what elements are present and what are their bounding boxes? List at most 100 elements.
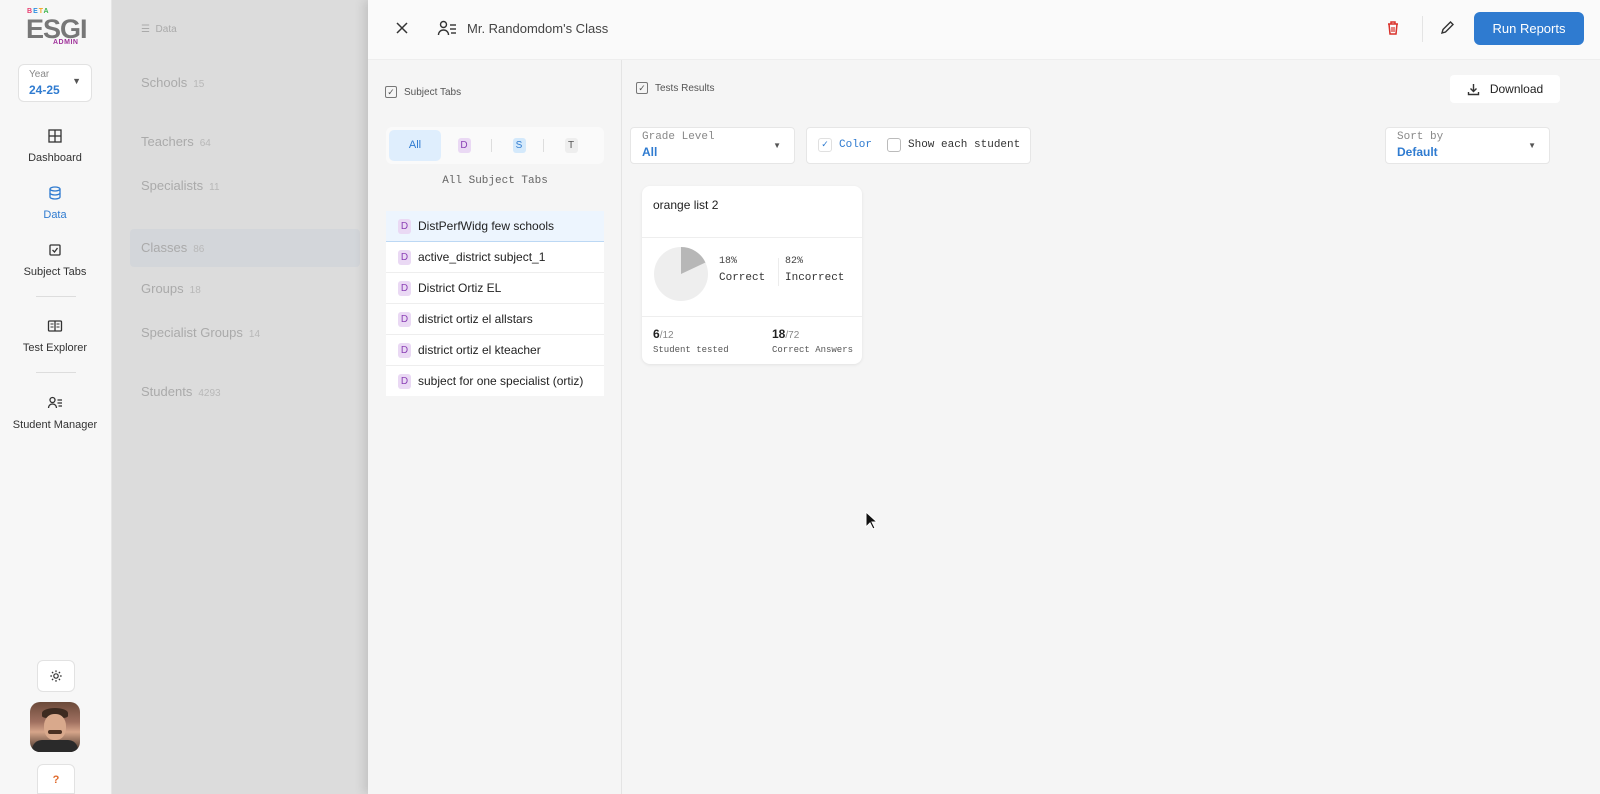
- settings-button[interactable]: [37, 660, 75, 692]
- filter-all[interactable]: All: [389, 130, 441, 161]
- test-results-title: Tests Results: [655, 82, 715, 94]
- test-title: orange list 2: [653, 198, 719, 212]
- grade-level-label: Grade Level: [642, 131, 715, 143]
- color-label: Color: [839, 139, 873, 151]
- tested-total: /12: [659, 330, 674, 341]
- close-icon: [396, 22, 408, 34]
- subject-item[interactable]: D District Ortiz EL: [386, 273, 604, 304]
- students-tested-stat: 6/12 Student tested: [653, 325, 729, 355]
- tested-count: 6: [653, 327, 660, 341]
- mouse-cursor-icon: [865, 511, 879, 530]
- edit-icon[interactable]: [1440, 20, 1455, 35]
- help-button[interactable]: ?: [37, 764, 75, 794]
- filter-caption: All Subject Tabs: [442, 175, 548, 187]
- bg-row-specialists[interactable]: Specialists 11: [141, 178, 220, 193]
- subject-tabs-title: Subject Tabs: [404, 86, 462, 98]
- grid-icon: [48, 129, 62, 143]
- bg-row-groups[interactable]: Groups 18: [141, 281, 201, 296]
- bg-row-students[interactable]: Students 4293: [141, 384, 221, 399]
- panel-header: Mr. Randomdom's Class Run Reports: [368, 0, 1600, 60]
- filter-district[interactable]: D: [456, 130, 472, 161]
- test-results-heading: ✓ Tests Results: [636, 82, 714, 94]
- nav-divider: [36, 372, 76, 373]
- book-icon: [47, 320, 63, 332]
- subject-item[interactable]: Dactive_district subject_1: [386, 242, 604, 273]
- class-title: Mr. Randomdom's Class: [467, 21, 609, 36]
- stat-divider: [778, 258, 779, 286]
- checkbox-icon: ✓: [636, 82, 648, 94]
- esgi-logo[interactable]: BETA ESGI ADMIN: [26, 8, 92, 50]
- year-label: Year: [29, 69, 50, 80]
- nav-student-manager-label: Student Manager: [12, 419, 98, 431]
- trash-icon[interactable]: [1386, 20, 1400, 36]
- checkbox-empty-icon: [887, 138, 901, 152]
- correct-percent: 18%: [719, 256, 738, 267]
- color-toggle[interactable]: ✓ Color: [818, 138, 872, 152]
- year-select[interactable]: Year 24-25 ▼: [18, 64, 92, 102]
- download-button[interactable]: Download: [1450, 75, 1560, 103]
- chevron-down-icon: ▼: [1528, 141, 1536, 150]
- nav-subject-tabs-label: Subject Tabs: [23, 266, 87, 278]
- download-icon: [1467, 83, 1480, 95]
- user-list-icon: [47, 396, 62, 409]
- subject-tabs-heading: ✓ Subject Tabs: [385, 86, 461, 98]
- nav-data-label: Data: [43, 209, 67, 221]
- left-nav: BETA ESGI ADMIN Year 24-25 ▼ Dashboard D…: [0, 0, 112, 794]
- sort-by-select[interactable]: Sort by Default ▼: [1385, 127, 1550, 164]
- class-detail-panel: Mr. Randomdom's Class Run Reports ✓ Subj…: [368, 0, 1600, 794]
- nav-subject-tabs[interactable]: Subject Tabs: [0, 242, 110, 278]
- sort-by-value: Default: [1397, 145, 1438, 159]
- score-pie-chart: [654, 247, 708, 301]
- subject-item[interactable]: Ddistrict ortiz el kteacher: [386, 335, 604, 366]
- run-reports-button[interactable]: Run Reports: [1474, 12, 1584, 45]
- admin-label: ADMIN: [53, 39, 79, 46]
- answers-label: Correct Answers: [772, 345, 854, 355]
- nav-divider: [36, 296, 76, 297]
- grade-level-value: All: [642, 145, 658, 159]
- close-button[interactable]: [392, 18, 412, 38]
- filter-separator: [543, 139, 544, 152]
- incorrect-percent: 82%: [785, 256, 804, 267]
- card-divider: [642, 237, 862, 238]
- subject-item[interactable]: Dsubject for one specialist (ortiz): [386, 366, 604, 396]
- answers-count: 18: [772, 327, 786, 341]
- show-each-student-toggle[interactable]: Show each student: [887, 138, 1020, 152]
- answers-total: /72: [785, 330, 800, 341]
- chevron-down-icon: ▼: [72, 76, 81, 86]
- display-options: ✓ Color Show each student: [806, 127, 1031, 164]
- subject-tabs-column: ✓ Subject Tabs All D S T All Subject Tab…: [368, 60, 622, 794]
- bg-row-specialist-groups[interactable]: Specialist Groups 14: [141, 325, 260, 340]
- bg-row-teachers[interactable]: Teachers 64: [141, 134, 211, 149]
- correct-label: Correct: [719, 272, 766, 284]
- download-label: Download: [1489, 82, 1544, 96]
- filter-separator: [491, 139, 492, 152]
- bg-row-classes[interactable]: Classes 86: [130, 229, 360, 267]
- nav-dashboard[interactable]: Dashboard: [0, 128, 110, 164]
- correct-stat: 18% Correct: [719, 254, 765, 286]
- checkbox-icon: [49, 244, 61, 256]
- filter-teacher[interactable]: T: [563, 130, 579, 161]
- nav-test-explorer[interactable]: Test Explorer: [0, 318, 110, 354]
- checkbox-icon: ✓: [385, 86, 397, 98]
- filter-school[interactable]: S: [511, 130, 527, 161]
- user-avatar[interactable]: [30, 702, 80, 752]
- nav-dashboard-label: Dashboard: [28, 152, 82, 164]
- sort-by-label: Sort by: [1397, 131, 1444, 143]
- database-icon: [49, 186, 61, 200]
- bg-row-schools[interactable]: Schools 15: [141, 75, 204, 90]
- subject-item[interactable]: D DistPerfWidg few schools: [386, 211, 604, 242]
- check-icon: ✓: [818, 138, 832, 152]
- subject-list: D DistPerfWidg few schools Dactive_distri…: [386, 211, 604, 396]
- test-result-card[interactable]: orange list 2 18% Correct 82% Incorrect …: [642, 186, 862, 364]
- nav-data[interactable]: Data: [0, 185, 110, 221]
- correct-answers-stat: 18/72 Correct Answers: [772, 325, 853, 355]
- gear-icon: [50, 670, 62, 682]
- incorrect-stat: 82% Incorrect: [785, 254, 844, 286]
- subject-item[interactable]: Ddistrict ortiz el allstars: [386, 304, 604, 335]
- data-overview-list: ☰ Data Schools 15 Teachers 64 Specialists 1…: [112, 0, 368, 794]
- subject-type-filter: All D S T: [386, 127, 604, 164]
- nav-student-manager[interactable]: Student Manager: [0, 395, 110, 431]
- test-results-column: ✓ Tests Results Download Grade Level All…: [622, 60, 1600, 794]
- chevron-down-icon: ▼: [773, 141, 781, 150]
- grade-level-select[interactable]: Grade Level All ▼: [630, 127, 795, 164]
